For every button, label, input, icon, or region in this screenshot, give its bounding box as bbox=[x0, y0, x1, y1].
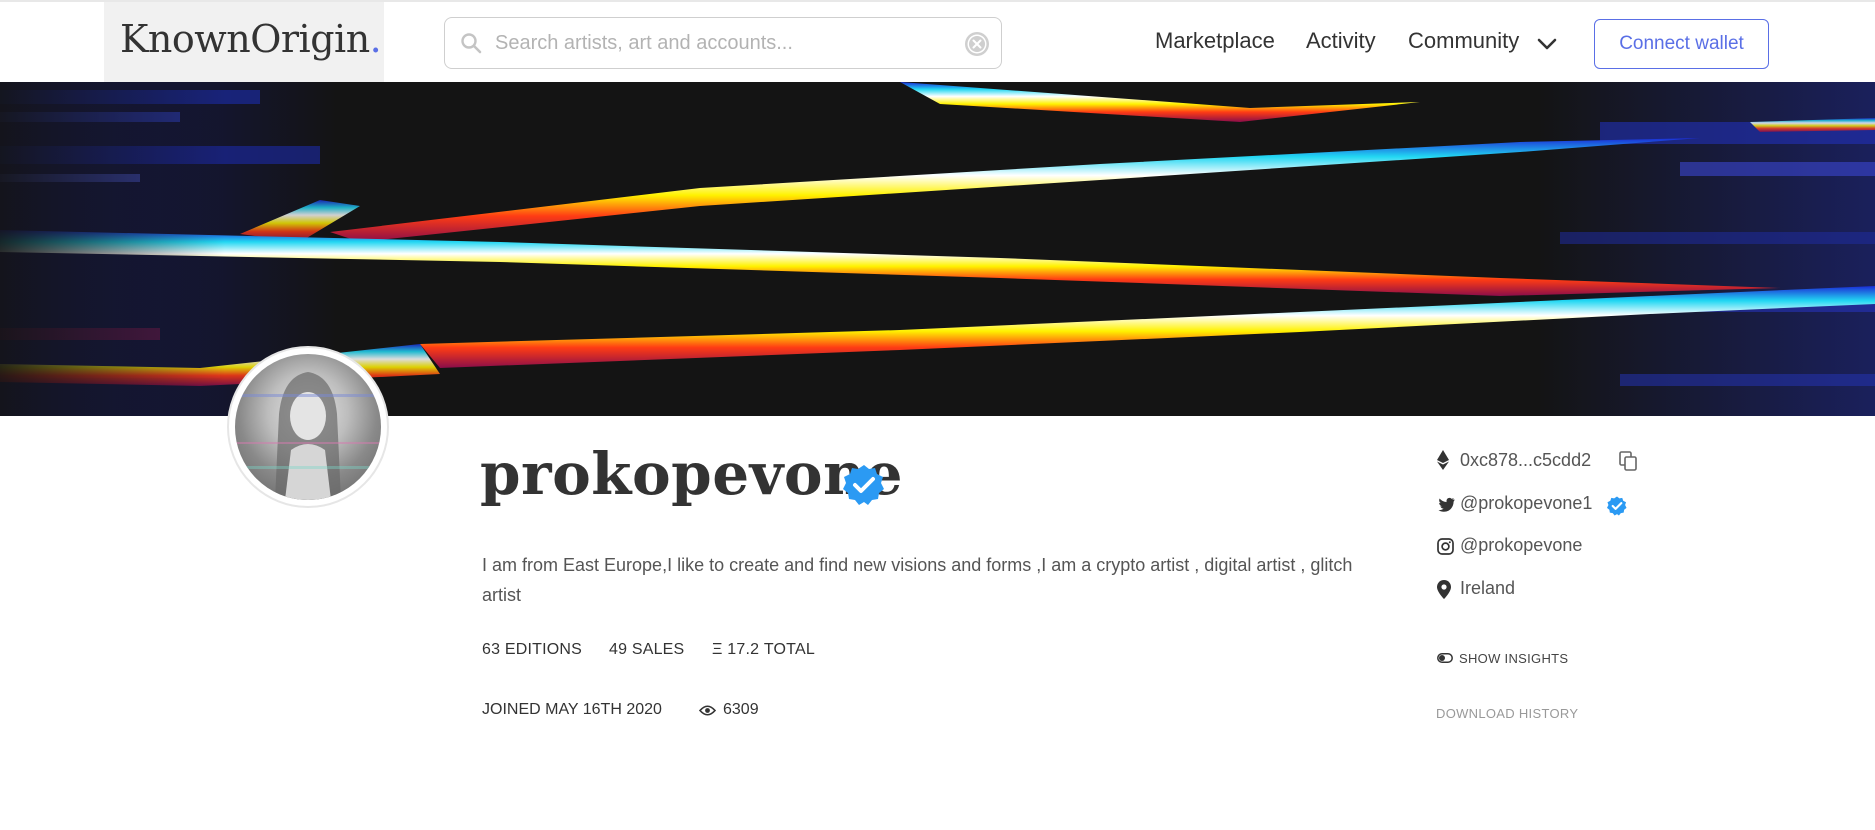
toggle-icon[interactable] bbox=[1437, 653, 1453, 663]
profile-bio: I am from East Europe,I like to create a… bbox=[482, 555, 1353, 605]
site-header: KnownOrigin. Marketplace Activity Commun… bbox=[0, 2, 1875, 82]
ethereum-icon bbox=[1437, 450, 1449, 470]
instagram-handle[interactable]: @prokopevone bbox=[1460, 535, 1582, 556]
search-input[interactable] bbox=[495, 28, 935, 58]
logo[interactable]: KnownOrigin. bbox=[120, 17, 382, 61]
show-insights-toggle[interactable]: SHOW INSIGHTS bbox=[1459, 651, 1568, 666]
avatar[interactable] bbox=[227, 346, 389, 508]
joined-date: JOINED MAY 16TH 2020 bbox=[482, 701, 662, 718]
view-count: 6309 bbox=[723, 701, 759, 718]
avatar-image bbox=[235, 354, 381, 500]
profile-username: prokopevone bbox=[480, 440, 904, 508]
nav-marketplace[interactable]: Marketplace bbox=[1155, 28, 1275, 54]
stat-sales: 49 SALES bbox=[609, 641, 685, 658]
twitter-handle[interactable]: @prokopevone1 bbox=[1460, 493, 1592, 514]
location: Ireland bbox=[1460, 578, 1516, 598]
copy-icon[interactable] bbox=[1619, 451, 1637, 471]
logo-text: KnownOrigin bbox=[120, 17, 370, 61]
logo-container[interactable]: KnownOrigin. bbox=[104, 2, 384, 82]
wallet-address[interactable]: 0xc878...c5cdd2 bbox=[1460, 450, 1591, 471]
stat-total: Ξ 17.2 TOTAL bbox=[712, 641, 815, 658]
clear-icon[interactable] bbox=[964, 31, 990, 57]
instagram-icon bbox=[1437, 538, 1454, 555]
download-history-link[interactable]: DOWNLOAD HISTORY bbox=[1436, 706, 1578, 721]
nav-community[interactable]: Community bbox=[1408, 28, 1519, 54]
verified-icon bbox=[843, 465, 884, 505]
search-icon bbox=[461, 33, 482, 54]
twitter-icon bbox=[1438, 497, 1455, 512]
search-box[interactable] bbox=[444, 17, 1002, 69]
chevron-down-icon[interactable] bbox=[1536, 36, 1558, 52]
nav-activity[interactable]: Activity bbox=[1306, 28, 1376, 54]
verified-icon bbox=[1607, 496, 1627, 516]
stat-editions: 63 EDITIONS bbox=[482, 641, 583, 658]
location-pin-icon bbox=[1437, 580, 1451, 599]
logo-dot: . bbox=[369, 17, 382, 61]
eye-icon bbox=[699, 705, 716, 716]
connect-wallet-button[interactable]: Connect wallet bbox=[1594, 19, 1769, 69]
